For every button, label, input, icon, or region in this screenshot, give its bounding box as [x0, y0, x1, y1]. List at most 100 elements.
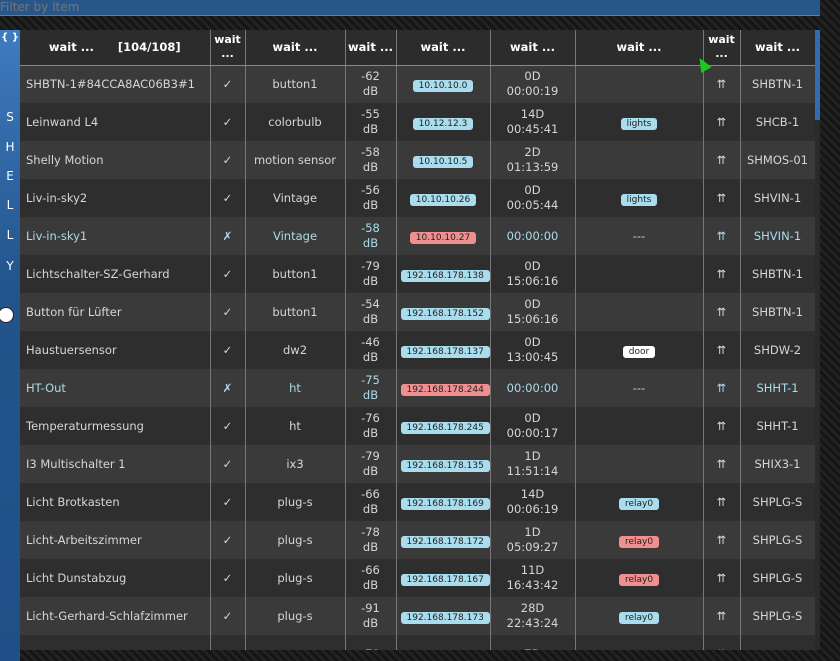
firmware-update-icon[interactable]: ⇈ [703, 521, 741, 559]
cell-ip[interactable]: 192.168.178.244 [396, 369, 491, 407]
filter-bar[interactable] [0, 0, 820, 16]
ip-badge[interactable]: 192.168.178.169 [400, 497, 490, 510]
cell-name: I3 Multischalter 1 [20, 445, 211, 483]
cell-ip[interactable]: 192.168.178.135 [396, 445, 491, 483]
cell-rssi: -58 dB [345, 217, 397, 255]
col-header-firmware[interactable]: wait ... [703, 30, 741, 66]
cell-type: dw2 [245, 331, 346, 369]
firmware-update-icon[interactable]: ⇈ [703, 331, 741, 369]
table-row[interactable]: Liv-in-sky2 ✓ Vintage -56 dB 10.10.10.26 … [20, 179, 815, 217]
ip-badge[interactable]: 10.10.10.26 [409, 193, 477, 206]
filter-input[interactable] [0, 0, 820, 14]
table-row[interactable]: Licht-Gerhard-Schlafzimmer ✓ plug-s -91 d… [20, 597, 815, 635]
scrollbar-track[interactable] [815, 30, 820, 650]
table-row[interactable]: ✓ -70 7D ⇈ [20, 635, 815, 650]
ip-badge[interactable]: 10.10.10.5 [412, 155, 474, 168]
cell-ip[interactable]: 10.10.10.26 [396, 179, 491, 217]
firmware-update-icon[interactable]: ⇈ [703, 255, 741, 293]
table-row[interactable]: Licht Brotkasten ✓ plug-s -66 dB 192.168.… [20, 483, 815, 521]
col-header-uptime[interactable]: wait ... [490, 30, 576, 66]
cell-ip[interactable] [396, 635, 491, 650]
cell-ip[interactable]: 192.168.178.173 [396, 597, 491, 635]
firmware-update-icon[interactable]: ⇈ [703, 597, 741, 635]
cell-ip[interactable]: 192.168.178.137 [396, 331, 491, 369]
firmware-update-icon[interactable]: ⇈ [703, 293, 741, 331]
firmware-update-icon[interactable]: ⇈ [703, 369, 741, 407]
table-row[interactable]: HT-Out ✗ ht -75 dB 192.168.178.244 00:00:… [20, 369, 815, 407]
scrollbar-thumb[interactable] [815, 30, 820, 120]
firmware-update-icon[interactable]: ⇈ [703, 635, 741, 650]
firmware-update-icon[interactable]: ⇈ [703, 179, 741, 217]
firmware-update-icon[interactable]: ⇈ [703, 407, 741, 445]
cell-rssi: -79 dB [345, 255, 397, 293]
ip-badge[interactable]: 10.10.10.0 [412, 79, 474, 92]
ip-badge[interactable]: 192.168.178.167 [400, 573, 490, 586]
cell-type: Vintage [245, 217, 346, 255]
ip-badge[interactable]: 192.168.178.172 [400, 535, 490, 548]
col-header-tags[interactable]: wait ... [575, 30, 704, 66]
col-header-name[interactable]: wait ... [104/108] [20, 30, 211, 66]
firmware-update-icon[interactable]: ⇈ [703, 217, 741, 255]
ip-badge[interactable]: 192.168.178.138 [400, 269, 490, 282]
cell-tags: relay0 [575, 521, 704, 559]
table-row[interactable]: Lichtschalter-SZ-Gerhard ✓ button1 -79 dB… [20, 255, 815, 293]
firmware-update-icon[interactable]: ⇈ [703, 445, 741, 483]
cell-ip[interactable]: 10.12.12.3 [396, 103, 491, 141]
cell-ip[interactable]: 10.10.10.0 [396, 65, 491, 103]
firmware-update-icon[interactable]: ⇈ [703, 141, 741, 179]
ip-badge[interactable]: 192.168.178.244 [400, 383, 490, 396]
col-header-id[interactable]: wait ... [740, 30, 815, 66]
cell-ip[interactable]: 192.168.178.167 [396, 559, 491, 597]
toggle-knob[interactable] [0, 307, 14, 323]
cell-ip[interactable]: 10.10.10.5 [396, 141, 491, 179]
cell-online-status: ✓ [210, 445, 246, 483]
sidebar-letter: S [6, 110, 14, 124]
cell-ip[interactable]: 192.168.178.245 [396, 407, 491, 445]
ip-badge[interactable]: 192.168.178.173 [400, 611, 490, 624]
col-header-ip[interactable]: wait ... [396, 30, 491, 66]
cell-ip[interactable]: 192.168.178.172 [396, 521, 491, 559]
cell-ip[interactable]: 10.10.10.27 [396, 217, 491, 255]
cell-ip[interactable]: 192.168.178.152 [396, 293, 491, 331]
tag-badge: --- [632, 380, 646, 395]
table-row[interactable]: SHBTN-1#84CCA8AC06B3#1 ✓ button1 -62 dB 1… [20, 65, 815, 103]
cell-ip[interactable]: 192.168.178.138 [396, 255, 491, 293]
table-row[interactable]: Temperaturmessung ✓ ht -76 dB 192.168.178… [20, 407, 815, 445]
firmware-update-icon[interactable]: ⇈ [703, 483, 741, 521]
ip-badge[interactable]: 10.12.12.3 [412, 117, 474, 130]
cell-device-id: SHVIN-1 [740, 179, 815, 217]
cell-online-status: ✓ [210, 65, 246, 103]
firmware-update-icon[interactable]: ⇈ [703, 103, 741, 141]
cell-device-id: SHDW-2 [740, 331, 815, 369]
ip-badge[interactable]: 192.168.178.152 [400, 307, 490, 320]
cell-rssi: -75 dB [345, 369, 397, 407]
table-row[interactable]: Leinwand L4 ✓ colorbulb -55 dB 10.12.12.3… [20, 103, 815, 141]
tag-badge: --- [632, 228, 646, 243]
col-header-rssi[interactable]: wait ... [345, 30, 397, 66]
table-row[interactable]: I3 Multischalter 1 ✓ ix3 -79 dB 192.168.1… [20, 445, 815, 483]
firmware-update-icon[interactable]: ⇈ [703, 65, 741, 103]
table-row[interactable]: Licht-Arbeitszimmer ✓ plug-s -78 dB 192.1… [20, 521, 815, 559]
table-row[interactable]: Shelly Motion ✓ motion sensor -58 dB 10.1… [20, 141, 815, 179]
col-header-online[interactable]: wait ... [210, 30, 246, 66]
ip-badge[interactable]: 10.10.10.27 [409, 231, 477, 244]
table-row[interactable]: Licht Dunstabzug ✓ plug-s -66 dB 192.168.… [20, 559, 815, 597]
cell-ip[interactable]: 192.168.178.169 [396, 483, 491, 521]
table-row[interactable]: Liv-in-sky1 ✗ Vintage -58 dB 10.10.10.27 … [20, 217, 815, 255]
table-row[interactable]: Haustuersensor ✓ dw2 -46 dB 192.168.178.1… [20, 331, 815, 369]
cell-uptime: 1D 11:51:14 [490, 445, 576, 483]
table-row[interactable]: Button für Lüfter ✓ button1 -54 dB 192.16… [20, 293, 815, 331]
cell-type: ht [245, 407, 346, 445]
cell-name: SHBTN-1#84CCA8AC06B3#1 [20, 65, 211, 103]
ip-badge[interactable]: 192.168.178.137 [400, 345, 490, 358]
sidebar-letter: Y [6, 259, 14, 273]
ip-badge[interactable]: 192.168.178.135 [400, 459, 490, 472]
firmware-update-icon[interactable]: ⇈ [703, 559, 741, 597]
shelly-sidebar: { } S H E L L Y [0, 30, 20, 661]
brace-icon[interactable]: { } [0, 32, 20, 43]
col-header-type[interactable]: wait ... [245, 30, 346, 66]
ip-badge[interactable]: 192.168.178.245 [400, 421, 490, 434]
cell-name: Haustuersensor [20, 331, 211, 369]
cell-tags: lights [575, 179, 704, 217]
cell-type: ht [245, 369, 346, 407]
